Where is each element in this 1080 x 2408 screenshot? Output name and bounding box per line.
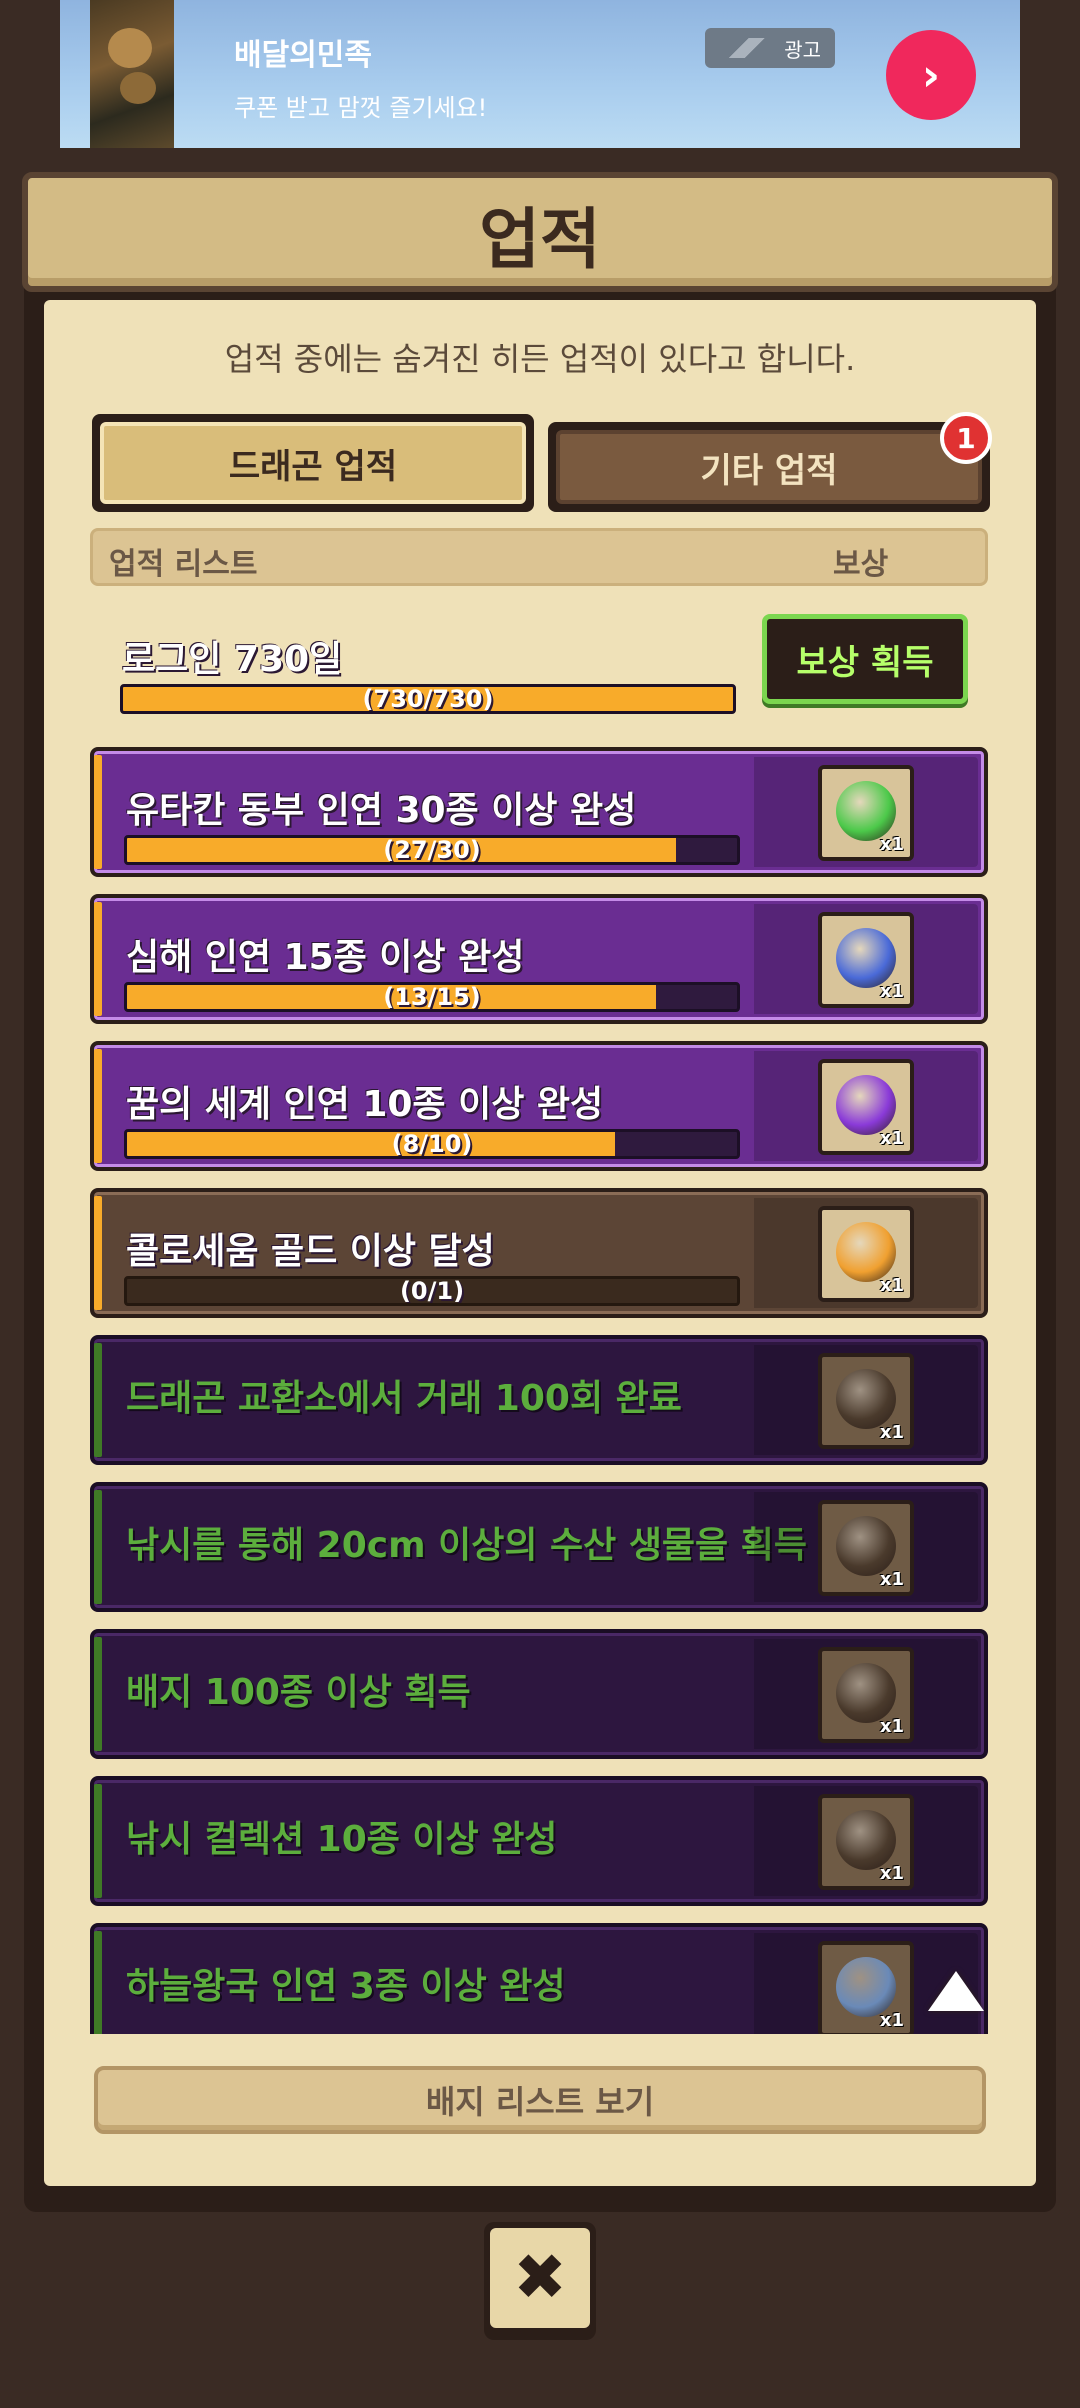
reward-slot: x1 (754, 1639, 978, 1749)
achievement-row[interactable]: 유타칸 동부 인연 30종 이상 완성 (27/30) x1 (90, 747, 988, 877)
green-heart-medal-icon[interactable]: x1 (818, 765, 914, 861)
tab-label: 기타 업적 (556, 430, 982, 504)
reward-gem (836, 1222, 896, 1282)
reward-count: x1 (879, 1275, 904, 1296)
achievement-title: 콜로세움 골드 이상 달성 (126, 1231, 495, 1272)
fish-icon[interactable]: x1 (818, 1500, 914, 1596)
ad-arrow-button[interactable]: › (886, 30, 976, 120)
reward-gem (836, 1369, 896, 1429)
reward-gem (836, 781, 896, 841)
achievement-row[interactable]: 로그인 730일 (730/730) 보상 획득 (90, 600, 988, 730)
achievement-row[interactable]: 콜로세움 골드 이상 달성 (0/1) x1 (90, 1188, 988, 1318)
achievement-title: 로그인 730일 (122, 639, 343, 680)
progress-bar: (8/10) (124, 1129, 740, 1159)
reward-count: x1 (879, 2010, 904, 2031)
title-bar: 업적 (22, 172, 1058, 292)
hint-text: 업적 중에는 숨겨진 히든 업적이 있다고 합니다. (224, 340, 856, 378)
progress-bar: (27/30) (124, 835, 740, 865)
achievement-title: 심해 인연 15종 이상 완성 (126, 937, 525, 978)
achievement-row[interactable]: 배지 100종 이상 획득 x1 (90, 1629, 988, 1759)
progress-text: (13/15) (383, 983, 481, 1011)
notification-badge: 1 (940, 412, 992, 464)
reward-slot: x1 (754, 757, 978, 867)
tab-other-achievements[interactable]: 기타 업적 (548, 422, 990, 512)
achievement-title: 낚시 컬렉션 10종 이상 완성 (126, 1819, 558, 1860)
reward-count: x1 (879, 1422, 904, 1443)
achievement-row[interactable]: 하늘왕국 인연 3종 이상 완성 x1 (90, 1923, 988, 2034)
scroll-to-top-button[interactable] (920, 1955, 992, 2027)
progress-text: (0/1) (399, 1277, 465, 1305)
page-title: 업적 (479, 201, 601, 278)
progress-bar: (13/15) (124, 982, 740, 1012)
reward-gem (836, 1810, 896, 1870)
fish-collection-icon[interactable]: x1 (818, 1794, 914, 1890)
reward-gem (836, 1957, 896, 2017)
reward-count: x1 (879, 834, 904, 855)
trade-chest-icon[interactable]: x1 (818, 1353, 914, 1449)
view-badge-list-button[interactable]: 배지 리스트 보기 (94, 2066, 986, 2134)
progress-text: (27/30) (383, 836, 481, 864)
reward-gem (836, 1075, 896, 1135)
achievement-row[interactable]: 낚시를 통해 20cm 이상의 수산 생물을 획득 x1 (90, 1482, 988, 1612)
tab-label: 드래곤 업적 (100, 422, 526, 504)
purple-heart-medal-icon[interactable]: x1 (818, 1059, 914, 1155)
reward-slot: x1 (754, 1345, 978, 1455)
arrow-up-icon (928, 1971, 984, 2011)
tab-dragon-achievements[interactable]: 드래곤 업적 (92, 414, 534, 512)
achievement-row[interactable]: 꿈의 세계 인연 10종 이상 완성 (8/10) x1 (90, 1041, 988, 1171)
list-header-name: 업적 리스트 (109, 547, 258, 582)
progress-text: (8/10) (391, 1130, 473, 1158)
reward-gem (836, 1516, 896, 1576)
reward-slot: x1 (754, 1051, 978, 1161)
sky-medal-icon[interactable]: x1 (818, 1941, 914, 2034)
achievement-title: 꿈의 세계 인연 10종 이상 완성 (126, 1084, 604, 1125)
list-header: 업적 리스트 보상 (90, 528, 988, 586)
claim-reward-button[interactable]: 보상 획득 (762, 614, 968, 704)
ad-label-text: 광고 (784, 37, 821, 62)
blue-heart-medal-icon[interactable]: x1 (818, 912, 914, 1008)
achievement-list[interactable]: 로그인 730일 (730/730) 보상 획득유타칸 동부 인연 30종 이상 완… (88, 600, 992, 2034)
achievement-title: 드래곤 교환소에서 거래 100회 완료 (126, 1378, 682, 1419)
progress-bar: (0/1) (124, 1276, 740, 1306)
achievement-title: 낚시를 통해 20cm 이상의 수산 생물을 획득 (126, 1525, 807, 1566)
reward-slot: x1 (754, 1492, 978, 1602)
ad-thumbnail-image (90, 0, 174, 148)
achievement-row[interactable]: 심해 인연 15종 이상 완성 (13/15) x1 (90, 894, 988, 1024)
list-header-reward: 보상 (833, 547, 889, 582)
close-icon: ✖ (490, 2228, 590, 2328)
ad-banner[interactable]: 배달의민족 쿠폰 받고 맘껏 즐기세요! 광고 › (60, 0, 1020, 148)
reward-count: x1 (879, 1569, 904, 1590)
close-button[interactable]: ✖ (484, 2222, 596, 2340)
ad-network-logo-icon (717, 38, 777, 58)
ad-label-badge: 광고 (705, 28, 835, 68)
reward-count: x1 (879, 1863, 904, 1884)
ad-title: 배달의민족 (234, 38, 372, 73)
reward-count: x1 (879, 981, 904, 1002)
progress-bar: (730/730) (120, 684, 736, 714)
achievement-title: 배지 100종 이상 획득 (126, 1672, 471, 1713)
achievement-row[interactable]: 드래곤 교환소에서 거래 100회 완료 x1 (90, 1335, 988, 1465)
achievement-title: 하늘왕국 인연 3종 이상 완성 (126, 1966, 566, 2007)
achievement-title: 유타칸 동부 인연 30종 이상 완성 (126, 790, 637, 831)
reward-gem (836, 928, 896, 988)
gold-badge-icon[interactable]: x1 (818, 1206, 914, 1302)
reward-count: x1 (879, 1716, 904, 1737)
reward-slot: x1 (754, 904, 978, 1014)
reward-slot: x1 (754, 1786, 978, 1896)
ad-subtitle: 쿠폰 받고 맘껏 즐기세요! (234, 94, 488, 122)
reward-gem (836, 1663, 896, 1723)
badge-board-icon[interactable]: x1 (818, 1647, 914, 1743)
reward-slot: x1 (754, 1198, 978, 1308)
progress-text: (730/730) (362, 685, 494, 713)
reward-count: x1 (879, 1128, 904, 1149)
achievement-row[interactable]: 낚시 컬렉션 10종 이상 완성 x1 (90, 1776, 988, 1906)
